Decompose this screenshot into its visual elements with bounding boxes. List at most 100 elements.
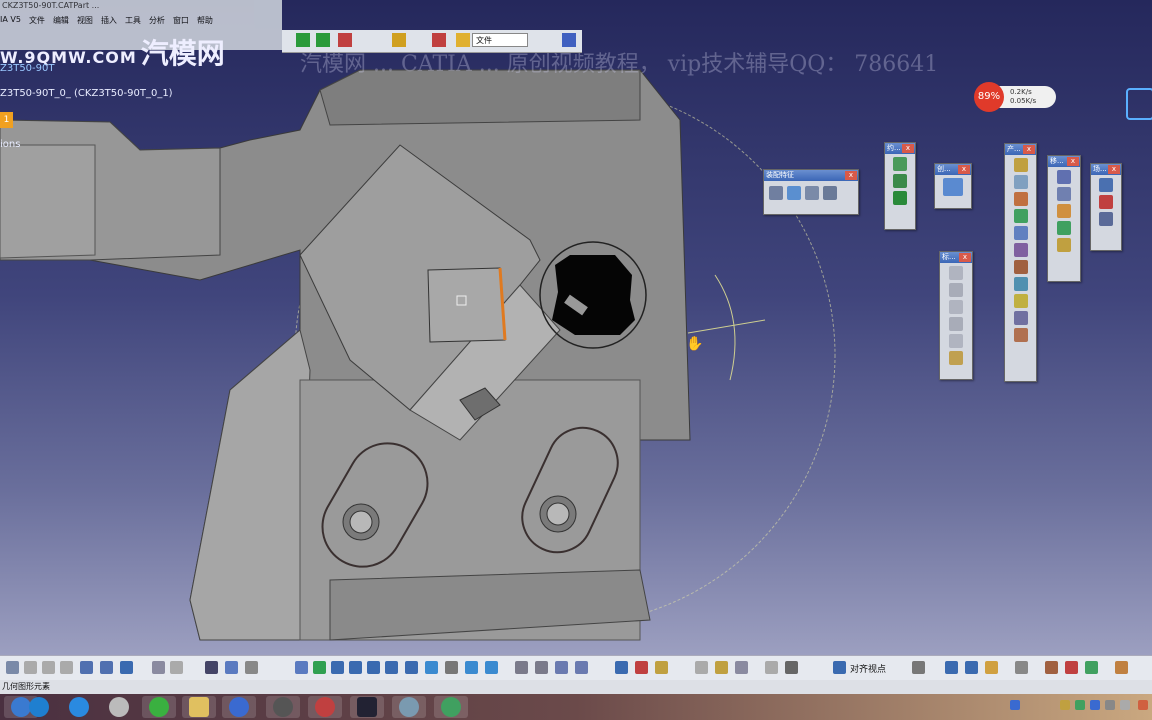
swap-visible-icon[interactable] [485, 661, 498, 674]
contact-icon[interactable] [893, 174, 907, 188]
explode-icon[interactable] [1057, 221, 1071, 235]
close-icon[interactable]: x [1023, 145, 1035, 154]
stop-manipulate-icon[interactable] [1057, 238, 1071, 252]
close-icon[interactable]: x [845, 171, 857, 180]
3d-viewport[interactable]: ✋ CKZ3T50-90T.CATPart ... IA V5 文件 编辑 视图… [0, 0, 1152, 655]
tray-icon[interactable] [1138, 700, 1148, 710]
selective-load-icon[interactable] [1013, 277, 1028, 291]
folder-icon[interactable] [456, 33, 470, 47]
render-icon[interactable] [562, 33, 576, 47]
menu-help[interactable]: 帮助 [197, 15, 213, 26]
copy-icon[interactable] [42, 661, 55, 674]
help-icon[interactable] [120, 661, 133, 674]
move-icon[interactable] [296, 33, 310, 47]
taskbar-media-player[interactable] [62, 696, 96, 718]
annotation-icon[interactable] [715, 661, 728, 674]
snap-icon[interactable] [575, 661, 588, 674]
refresh-icon[interactable] [1015, 661, 1028, 674]
weld-icon[interactable] [949, 266, 963, 280]
replace-icon[interactable] [1013, 226, 1028, 240]
taskbar-app8[interactable] [308, 696, 342, 718]
component-icon[interactable] [1013, 158, 1028, 172]
coincidence-icon[interactable] [893, 157, 907, 171]
align-viewpoint-label[interactable]: 对齐视点 [850, 662, 886, 675]
options-icon[interactable] [945, 661, 958, 674]
menu-tools[interactable]: 工具 [125, 15, 141, 26]
taskbar-app11[interactable] [434, 696, 468, 718]
lock-icon[interactable] [949, 351, 963, 365]
clash-icon[interactable] [635, 661, 648, 674]
iso-view-icon[interactable] [425, 661, 438, 674]
smart-move-icon[interactable] [1057, 204, 1071, 218]
formula-icon[interactable] [152, 661, 165, 674]
manipulate-icon[interactable] [1057, 170, 1071, 184]
zoom-in-icon[interactable] [367, 661, 380, 674]
volume-icon[interactable] [1120, 700, 1130, 710]
comment-icon[interactable] [170, 661, 183, 674]
text-icon[interactable] [949, 283, 963, 297]
clash-icon[interactable] [432, 33, 446, 47]
tree-part[interactable]: Z3T50-90T_0_ (CKZ3T50-90T_0_1) [0, 88, 173, 99]
close-icon[interactable]: x [1108, 165, 1120, 174]
fix-icon[interactable] [535, 661, 548, 674]
constraint-icon[interactable] [515, 661, 528, 674]
hole-icon[interactable] [787, 186, 801, 200]
explode-icon[interactable] [615, 661, 628, 674]
menu-edit[interactable]: 编辑 [53, 15, 69, 26]
pan-icon[interactable] [331, 661, 344, 674]
flag-icon[interactable] [949, 300, 963, 314]
pocket-icon[interactable] [805, 186, 819, 200]
close-icon[interactable]: x [902, 144, 914, 153]
tray-icon[interactable] [1060, 700, 1070, 710]
taskbar-app7[interactable] [266, 696, 300, 718]
close-icon[interactable]: x [958, 165, 970, 174]
bulb-icon[interactable] [985, 661, 998, 674]
section-icon[interactable] [949, 334, 963, 348]
menu-file[interactable]: 文件 [29, 15, 45, 26]
taskbar-catia[interactable] [222, 696, 256, 718]
redo-icon[interactable] [100, 661, 113, 674]
menu-insert[interactable]: 插入 [101, 15, 117, 26]
menu-window[interactable]: 窗口 [173, 15, 189, 26]
snap-icon[interactable] [1057, 187, 1071, 201]
grid-icon[interactable] [1115, 661, 1128, 674]
grid-icon[interactable] [205, 661, 218, 674]
fast-instantiation-icon[interactable] [1013, 328, 1028, 342]
hide-show-icon[interactable] [465, 661, 478, 674]
existing-component-icon[interactable] [1013, 209, 1028, 223]
close-icon[interactable]: x [1067, 157, 1079, 166]
taskbar-app9[interactable] [350, 696, 384, 718]
align-icon[interactable] [833, 661, 846, 674]
clash-icon[interactable] [1099, 195, 1113, 209]
add-icon[interactable] [823, 186, 837, 200]
view-icon[interactable] [949, 317, 963, 331]
normal-view-icon[interactable] [405, 661, 418, 674]
table-icon[interactable] [965, 661, 978, 674]
move-icon[interactable] [316, 33, 330, 47]
menu-view[interactable]: 视图 [77, 15, 93, 26]
network-icon[interactable] [1105, 700, 1115, 710]
tree-root[interactable]: Z3T50-90T [0, 63, 55, 74]
tree-badge[interactable]: 1 [0, 112, 13, 128]
measure-icon[interactable] [245, 661, 258, 674]
sectioning-icon[interactable] [655, 661, 668, 674]
material-icon[interactable] [1045, 661, 1058, 674]
paste-icon[interactable] [60, 661, 73, 674]
fit-all-icon[interactable] [313, 661, 326, 674]
manipulation-icon[interactable] [555, 661, 568, 674]
scene-icon[interactable] [1099, 178, 1113, 192]
snap-icon[interactable] [338, 33, 352, 47]
taskbar-k-app[interactable] [22, 696, 56, 718]
camera-icon[interactable] [765, 661, 778, 674]
menu-analyze[interactable]: 分析 [149, 15, 165, 26]
graph-tree-icon[interactable] [1013, 243, 1028, 257]
apply-icon[interactable] [1065, 661, 1078, 674]
catalog-icon[interactable] [1085, 661, 1098, 674]
manage-representations-icon[interactable] [1013, 294, 1028, 308]
update-icon[interactable] [6, 661, 19, 674]
taskbar-explorer[interactable] [182, 696, 216, 718]
zoom-out-icon[interactable] [385, 661, 398, 674]
distance-icon[interactable] [695, 661, 708, 674]
tree-node[interactable]: ions [0, 139, 20, 150]
taskbar-360[interactable] [142, 696, 176, 718]
